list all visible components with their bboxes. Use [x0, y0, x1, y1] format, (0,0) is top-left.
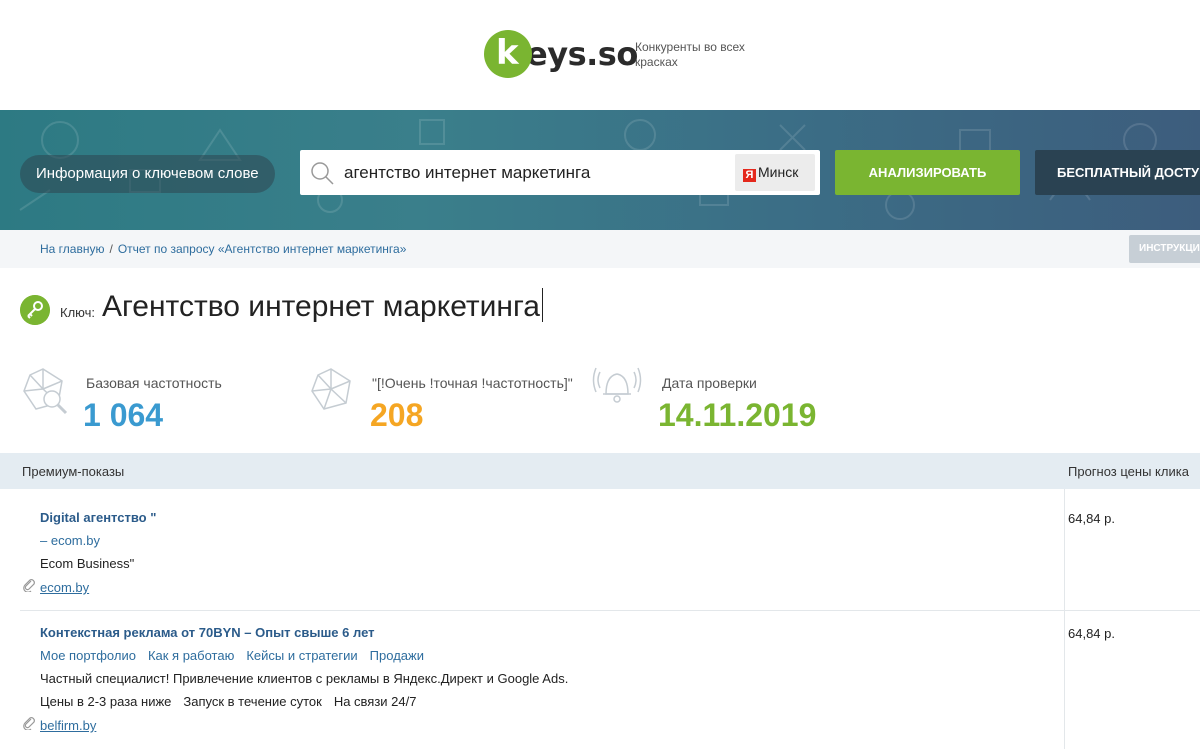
yandex-icon: Я	[743, 169, 756, 182]
stat-exact-value: 208	[370, 397, 424, 433]
logo-text: eys.so	[526, 35, 638, 73]
stat-base-label: Базовая частотность	[86, 375, 222, 391]
paperclip-icon	[23, 579, 35, 592]
search-banner: Информация о ключевом слове ЯМинск АНАЛИ…	[0, 110, 1200, 230]
stat-date-value: 14.11.2019	[658, 397, 817, 433]
stat-exact-label: "[!Очень !точная !частотность]"	[372, 375, 573, 391]
logo-circle: k	[484, 30, 532, 78]
region-label: Минск	[758, 164, 799, 180]
stat-base-value: 1 064	[83, 397, 164, 433]
ad-domain-text: belfirm.by	[40, 718, 97, 733]
ad-sitelinks: Мое портфолио Как я работаю Кейсы и страте…	[40, 644, 568, 667]
network-search-icon	[23, 368, 68, 415]
breadcrumb-current-link[interactable]: Отчет по запросу «Агентство интернет мар…	[118, 242, 407, 256]
keyword-info-pill[interactable]: Информация о ключевом слове	[20, 155, 275, 193]
ad-domain-link[interactable]: belfirm.by	[22, 716, 96, 733]
breadcrumb: На главную / Отчет по запросу «Агентство и…	[40, 242, 406, 256]
network-icon	[311, 368, 351, 410]
sitelink-how-i-work[interactable]: Как я работаю	[148, 648, 234, 663]
table-row: Digital агентство " – ecom.by Ecom Busin…	[40, 506, 156, 575]
ad-title-link[interactable]: Контекстная реклама от 70BYN – Опыт свыш…	[40, 621, 568, 644]
search-input[interactable]	[344, 150, 724, 195]
guide-button[interactable]: ИНСТРУКЦИЯ	[1129, 235, 1200, 263]
logo-letter: k	[496, 33, 519, 73]
ad-line-link[interactable]: – ecom.by	[40, 529, 156, 552]
top-header: k eys.so Конкуренты во всех красках	[0, 0, 1200, 110]
ad-extra-item: Запуск в течение суток	[183, 694, 322, 709]
bell-icon	[592, 367, 642, 403]
breadcrumb-separator: /	[109, 242, 113, 256]
column-premium: Премиум-показы	[22, 464, 125, 479]
text-caret	[541, 288, 543, 322]
search-icon	[311, 162, 334, 185]
table-row: Контекстная реклама от 70BYN – Опыт свыш…	[40, 621, 568, 713]
search-box: ЯМинск	[300, 150, 820, 195]
ad-domain-text: ecom.by	[40, 580, 90, 595]
ad-extras: Цены в 2-3 раза ниже Запуск в течение сут…	[40, 690, 568, 713]
ad-price: 64,84 р.	[1068, 626, 1115, 641]
ad-extra-item: На связи 24/7	[333, 694, 417, 709]
breadcrumb-bar: На главную / Отчет по запросу «Агентство и…	[0, 230, 1200, 268]
region-select[interactable]: Я Минск	[735, 154, 815, 191]
logo[interactable]: k eys.so	[484, 30, 638, 78]
ad-description: Частный специалист! Привлечение клиентов…	[40, 671, 569, 686]
ad-domain-link[interactable]: ecom.by	[22, 578, 89, 595]
key-icon	[20, 295, 50, 325]
breadcrumb-home-link[interactable]: На главную	[40, 242, 104, 256]
key-title[interactable]: Агентство интернет маркетинга	[102, 288, 543, 324]
ad-price: 64,84 р.	[1068, 511, 1115, 526]
ad-extra-item: Цены в 2-3 раза ниже	[40, 694, 172, 709]
key-title-text: Агентство интернет маркетинга	[102, 290, 540, 323]
table-header: Премиум-показы Прогноз цены клика	[0, 453, 1200, 489]
key-label: Ключ:	[60, 305, 96, 320]
sitelink-cases[interactable]: Кейсы и стратегии	[246, 648, 357, 663]
sitelink-portfolio[interactable]: Мое портфолио	[40, 648, 136, 663]
sitelink-sales[interactable]: Продажи	[370, 648, 424, 663]
ad-title-link[interactable]: Digital агентство "	[40, 506, 156, 529]
column-divider	[1064, 489, 1065, 749]
analyze-button[interactable]: АНАЛИЗИРОВАТЬ	[835, 150, 1020, 195]
free-access-button[interactable]: БЕСПЛАТНЫЙ ДОСТУП	[1035, 150, 1200, 195]
ad-text: Ecom Business"	[40, 556, 135, 571]
tagline: Конкуренты во всех красках	[635, 40, 745, 69]
stat-date-label: Дата проверки	[662, 375, 757, 391]
column-price: Прогноз цены клика	[1068, 464, 1189, 479]
paperclip-icon	[23, 717, 35, 730]
row-divider	[20, 610, 1200, 611]
